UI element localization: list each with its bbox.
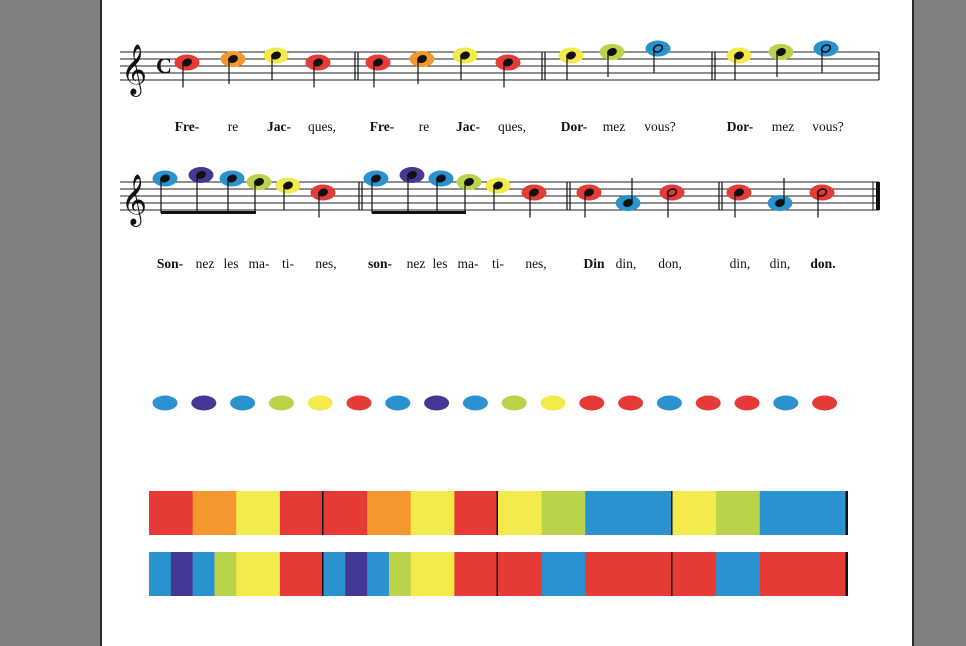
treble-clef-icon: 𝄞 (121, 174, 147, 227)
color-coded-score: 𝄞 C 𝄞 (120, 40, 880, 596)
lyric-syllable: ma- (248, 256, 270, 271)
color-block (454, 491, 499, 535)
lyric-syllable: Son- (156, 256, 184, 271)
color-dot (618, 395, 644, 411)
color-dot (385, 395, 411, 411)
color-block (323, 552, 346, 596)
lyric-syllable: nez (195, 256, 215, 271)
lyric-syllable: don. (810, 256, 836, 271)
color-block (170, 552, 194, 596)
lyric-syllable: mez (771, 119, 795, 134)
lyric-syllable: Dor- (560, 119, 588, 134)
color-block (716, 491, 761, 535)
color-block (585, 491, 673, 535)
lyric-syllable: les (432, 256, 448, 271)
color-dot (424, 395, 450, 411)
color-block (672, 552, 717, 596)
color-block (410, 552, 455, 596)
final-barline-thick (876, 182, 880, 210)
color-block (498, 552, 543, 596)
color-block (541, 552, 586, 596)
lyric-syllable: mez (602, 119, 626, 134)
color-block (279, 491, 324, 535)
color-dot (695, 395, 721, 411)
lyric-syllable: vous? (644, 119, 676, 134)
color-dot (462, 395, 488, 411)
color-block (214, 552, 237, 596)
lyric-syllable: les (223, 256, 239, 271)
sheet-music-page: 𝄞 C 𝄞 Fre-re Jac-ques, Fre-re Jac-ques, Dor-me… (100, 0, 914, 646)
color-block (192, 552, 215, 596)
color-dot (656, 395, 682, 411)
treble-clef-icon: 𝄞 (121, 44, 147, 97)
color-marker (813, 40, 839, 57)
color-block (388, 552, 412, 596)
note-beam (161, 211, 256, 214)
color-block (759, 491, 848, 535)
color-block (367, 491, 412, 535)
color-block (149, 552, 172, 596)
color-block (759, 552, 848, 596)
lyric-syllable: din, (729, 256, 751, 271)
color-dot (230, 395, 256, 411)
lyric-syllable: re (418, 119, 430, 134)
lyric-syllable: nes, (525, 256, 547, 271)
lyric-syllable: nez (406, 256, 426, 271)
time-signature: C (156, 53, 172, 78)
lyric-syllable: nes, (315, 256, 337, 271)
color-dot (734, 395, 760, 411)
color-block (192, 491, 237, 535)
color-block (236, 552, 281, 596)
lyric-syllable: vous? (812, 119, 844, 134)
color-dot (307, 395, 333, 411)
color-dot (268, 395, 294, 411)
color-dot (773, 395, 799, 411)
lyric-syllable: son- (367, 256, 393, 271)
lyric-syllable: Jac- (456, 119, 480, 134)
note-beam (372, 211, 466, 214)
color-block (367, 552, 390, 596)
lyric-syllable: re (227, 119, 239, 134)
color-marker (809, 184, 835, 201)
color-block (585, 552, 673, 596)
color-block (541, 491, 586, 535)
measure-divider (845, 491, 848, 535)
measure-divider (845, 552, 848, 596)
lyric-syllable: din, (769, 256, 791, 271)
color-block (323, 491, 368, 535)
color-dot (346, 395, 372, 411)
color-block (345, 552, 368, 596)
color-dot (812, 395, 838, 411)
color-block (498, 491, 543, 535)
lyric-syllable: ti- (492, 256, 504, 271)
lyric-syllable: Fre- (369, 119, 395, 134)
color-block (716, 552, 761, 596)
color-dot (501, 395, 527, 411)
color-block (454, 552, 499, 596)
color-block (410, 491, 455, 535)
color-marker (645, 40, 671, 57)
lyric-syllable: ques, (497, 119, 527, 134)
color-marker (659, 184, 685, 201)
lyric-syllable: din, (615, 256, 637, 271)
lyric-syllable: don, (658, 256, 682, 271)
lyric-syllable: Fre- (174, 119, 200, 134)
lyric-syllable: ti- (282, 256, 294, 271)
color-dot (152, 395, 178, 411)
document-viewer: 𝄞 C 𝄞 Fre-re Jac-ques, Fre-re Jac-ques, Dor-me… (0, 0, 966, 646)
color-block (279, 552, 324, 596)
color-dot (540, 395, 566, 411)
lyric-syllable: Jac- (267, 119, 291, 134)
lyric-syllable: ques, (307, 119, 337, 134)
color-block (236, 491, 281, 535)
lyric-syllable: Dor- (726, 119, 754, 134)
lyric-syllable: Din (583, 256, 605, 271)
color-block (149, 491, 194, 535)
color-dot (579, 395, 605, 411)
lyric-syllable: ma- (457, 256, 479, 271)
color-block (672, 491, 717, 535)
color-dot (191, 395, 217, 411)
